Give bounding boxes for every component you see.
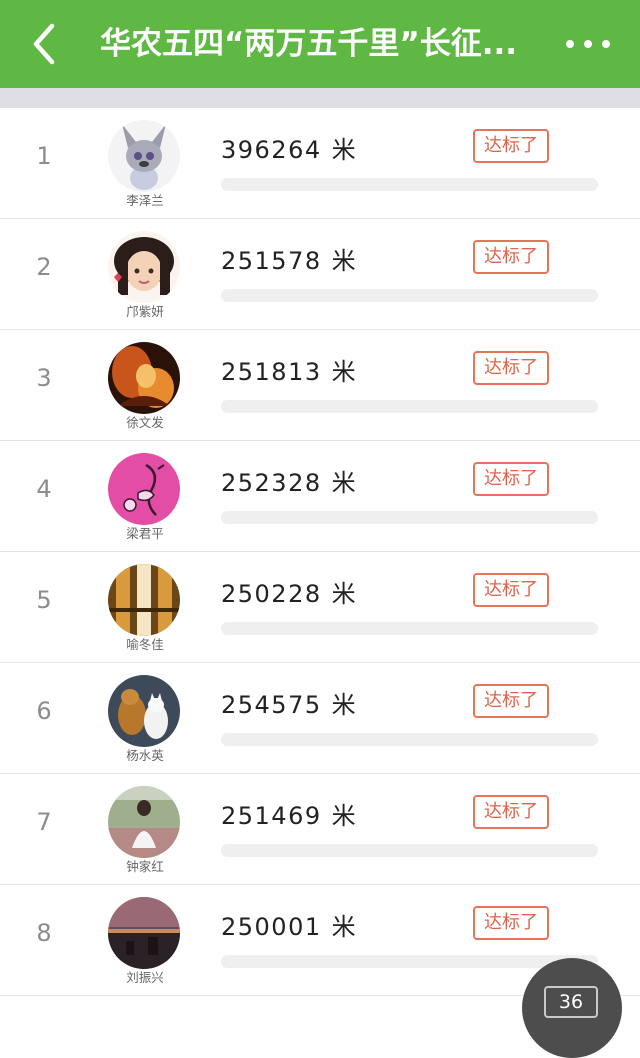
user-name: 徐文发 (126, 415, 164, 430)
list-item[interactable]: 7 钟家红 251469 米 达标了 (0, 774, 640, 885)
ranking-list: 1 李泽兰 396264 米 达标了 2 邝紫妍 251578 米 达标了 3 … (0, 108, 640, 996)
user-name: 邝紫妍 (126, 304, 164, 319)
floating-count-button[interactable]: 36 (522, 958, 622, 1058)
distance-value: 396264 米 (221, 136, 358, 164)
rank-number: 5 (36, 586, 52, 614)
status-badge: 达标了 (473, 684, 549, 718)
user-name: 刘振兴 (126, 970, 164, 985)
more-button[interactable] (562, 26, 618, 62)
avatar[interactable] (108, 120, 180, 192)
rank-number: 1 (36, 142, 52, 170)
distance-value: 252328 米 (221, 469, 358, 497)
avatar[interactable] (108, 786, 180, 858)
status-badge: 达标了 (473, 573, 549, 607)
progress-bar (221, 178, 598, 191)
distance-value: 251813 米 (221, 358, 358, 386)
list-item[interactable]: 4 梁君平 252328 米 达标了 (0, 441, 640, 552)
avatar[interactable] (108, 675, 180, 747)
status-badge: 达标了 (473, 906, 549, 940)
progress-bar (221, 733, 598, 746)
count-label: 36 (544, 986, 598, 1018)
avatar[interactable] (108, 897, 180, 969)
progress-bar (221, 844, 598, 857)
page-title: 华农五四“两万五千里”长征... (100, 26, 518, 62)
rank-number: 4 (36, 475, 52, 503)
avatar[interactable] (108, 231, 180, 303)
progress-bar (221, 955, 598, 968)
user-name: 钟家红 (126, 859, 164, 874)
status-badge: 达标了 (473, 462, 549, 496)
distance-value: 251469 米 (221, 802, 358, 830)
rank-number: 3 (36, 364, 52, 392)
more-dots-icon (566, 40, 610, 48)
app-header: 华农五四“两万五千里”长征... (0, 0, 640, 88)
header-divider (0, 88, 640, 108)
user-name: 李泽兰 (126, 193, 164, 208)
list-item[interactable]: 3 徐文发 251813 米 达标了 (0, 330, 640, 441)
distance-value: 250228 米 (221, 580, 358, 608)
user-name: 喻冬佳 (126, 637, 164, 652)
distance-value: 250001 米 (221, 913, 358, 941)
status-badge: 达标了 (473, 795, 549, 829)
user-name: 杨水英 (126, 748, 164, 763)
progress-bar (221, 289, 598, 302)
status-badge: 达标了 (473, 129, 549, 163)
rank-number: 2 (36, 253, 52, 281)
rank-number: 7 (36, 808, 52, 836)
list-item[interactable]: 2 邝紫妍 251578 米 达标了 (0, 219, 640, 330)
status-badge: 达标了 (473, 240, 549, 274)
chevron-left-icon (33, 23, 55, 65)
list-item[interactable]: 5 喻冬佳 250228 米 达标了 (0, 552, 640, 663)
status-badge: 达标了 (473, 351, 549, 385)
progress-bar (221, 511, 598, 524)
rank-number: 6 (36, 697, 52, 725)
list-item[interactable]: 1 李泽兰 396264 米 达标了 (0, 108, 640, 219)
user-name: 梁君平 (126, 526, 164, 541)
distance-value: 254575 米 (221, 691, 358, 719)
avatar[interactable] (108, 342, 180, 414)
distance-value: 251578 米 (221, 247, 358, 275)
rank-number: 8 (36, 919, 52, 947)
avatar[interactable] (108, 453, 180, 525)
back-button[interactable] (22, 22, 66, 66)
progress-bar (221, 622, 598, 635)
progress-bar (221, 400, 598, 413)
avatar[interactable] (108, 564, 180, 636)
list-item[interactable]: 6 杨水英 254575 米 达标了 (0, 663, 640, 774)
